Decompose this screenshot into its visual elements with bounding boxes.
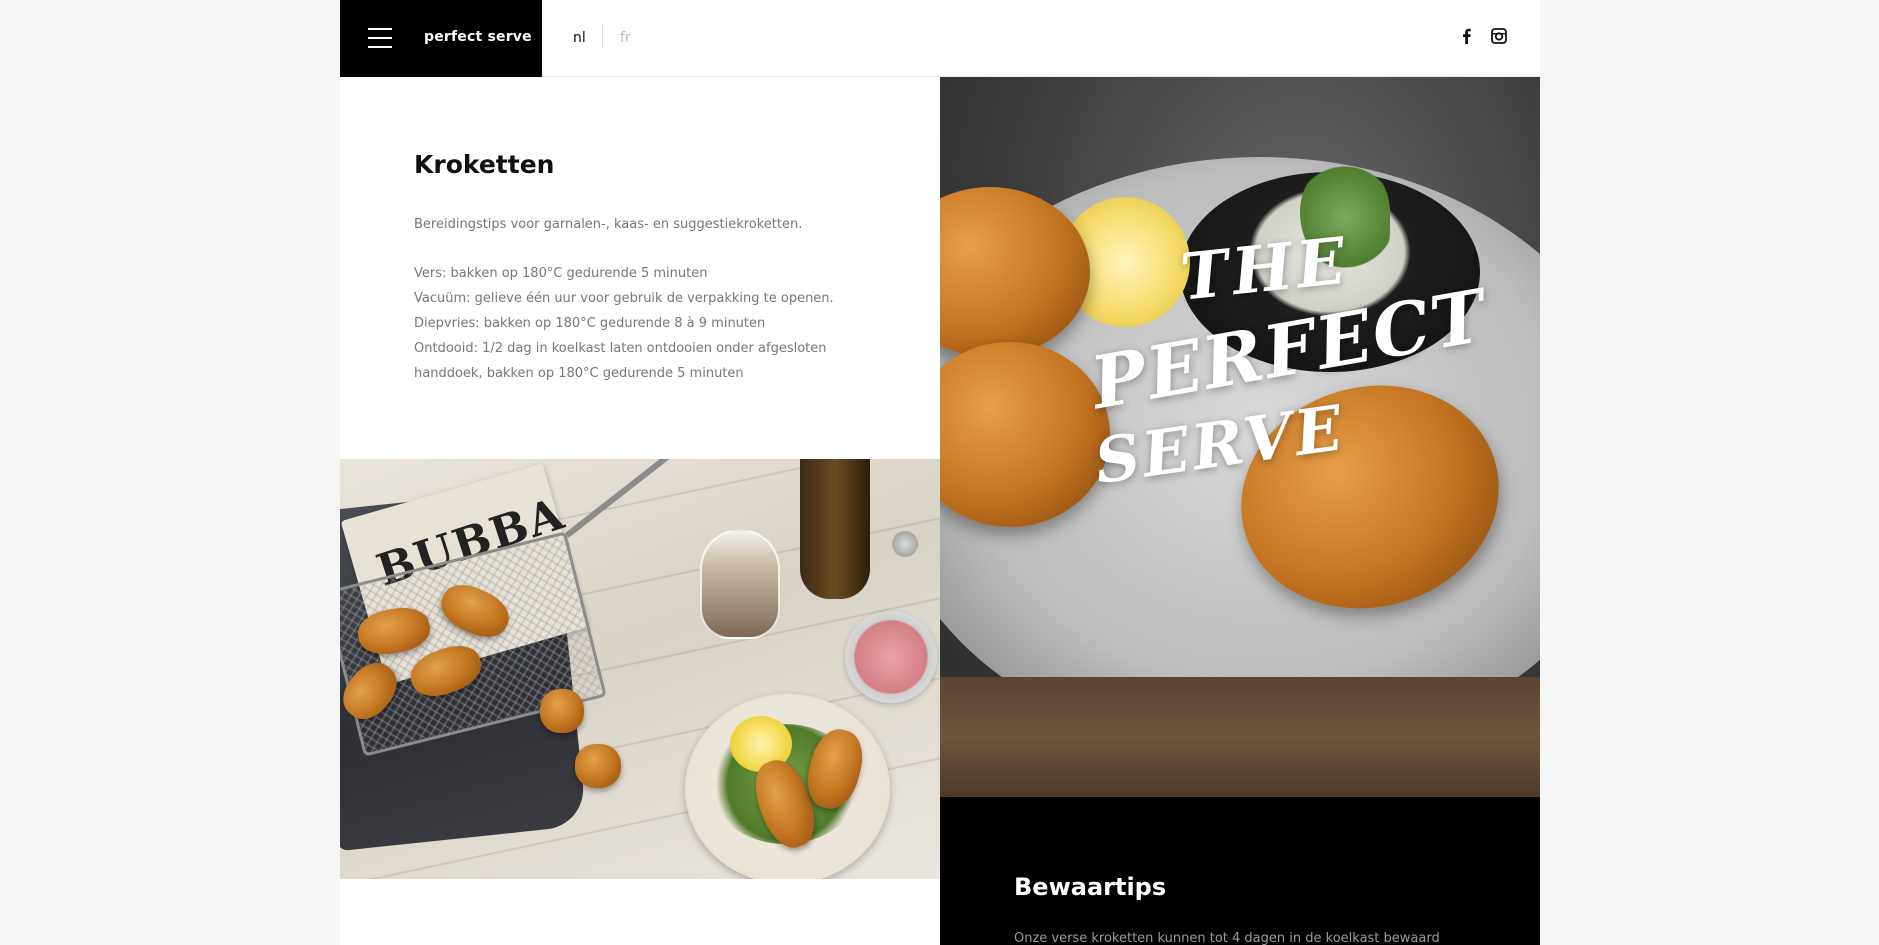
brand-name[interactable]: perfect serve [424, 29, 532, 45]
tip-line: handdoek, bakken op 180°C gedurende 5 mi… [414, 366, 744, 381]
beer-glass [700, 529, 780, 639]
page-title: Kroketten [414, 150, 555, 179]
site-header: perfect serve nl fr [340, 0, 1540, 77]
sauce-dip [845, 611, 937, 703]
lang-divider [602, 24, 603, 48]
intro-lead: Bereidingstips voor garnalen-, kaas- en … [414, 217, 803, 232]
storage-tips-section: Bewaartips Onze verse kroketten kunnen t… [940, 797, 1540, 945]
tip-line: Vers: bakken op 180°C gedurende 5 minute… [414, 266, 708, 281]
brand-block: perfect serve [340, 0, 542, 77]
facebook-icon[interactable] [1458, 27, 1476, 45]
storage-title: Bewaartips [1014, 873, 1167, 901]
croquettes-table-photo: BUBBA [340, 459, 940, 879]
perfect-serve-logo: THE PERFECT SERVE [1084, 223, 1494, 499]
lang-nl-link[interactable]: nl [573, 30, 586, 46]
menu-icon[interactable] [368, 28, 392, 48]
tip-line: Vacuüm: gelieve één uur voor gebruik de … [414, 291, 834, 306]
tip-line: Diepvries: bakken op 180°C gedurende 8 à… [414, 316, 766, 331]
hero-photo: THE PERFECT SERVE [940, 77, 1540, 797]
page: perfect serve nl fr Kroketten Bereidings… [340, 0, 1540, 945]
tip-line: Ontdooid: 1/2 dag in koelkast laten ontd… [414, 341, 827, 356]
wooden-table [940, 677, 1540, 797]
intro-section: Kroketten Bereidingstips voor garnalen-,… [340, 77, 940, 459]
beer-bottle [800, 459, 870, 599]
storage-text: Onze verse kroketten kunnen tot 4 dagen … [1014, 931, 1440, 945]
preparation-tips: Vers: bakken op 180°C gedurende 5 minute… [414, 261, 854, 386]
basket-handle [564, 459, 686, 539]
lang-fr-link[interactable]: fr [620, 30, 631, 46]
instagram-icon[interactable] [1490, 27, 1508, 45]
bottle-cap [892, 531, 918, 557]
